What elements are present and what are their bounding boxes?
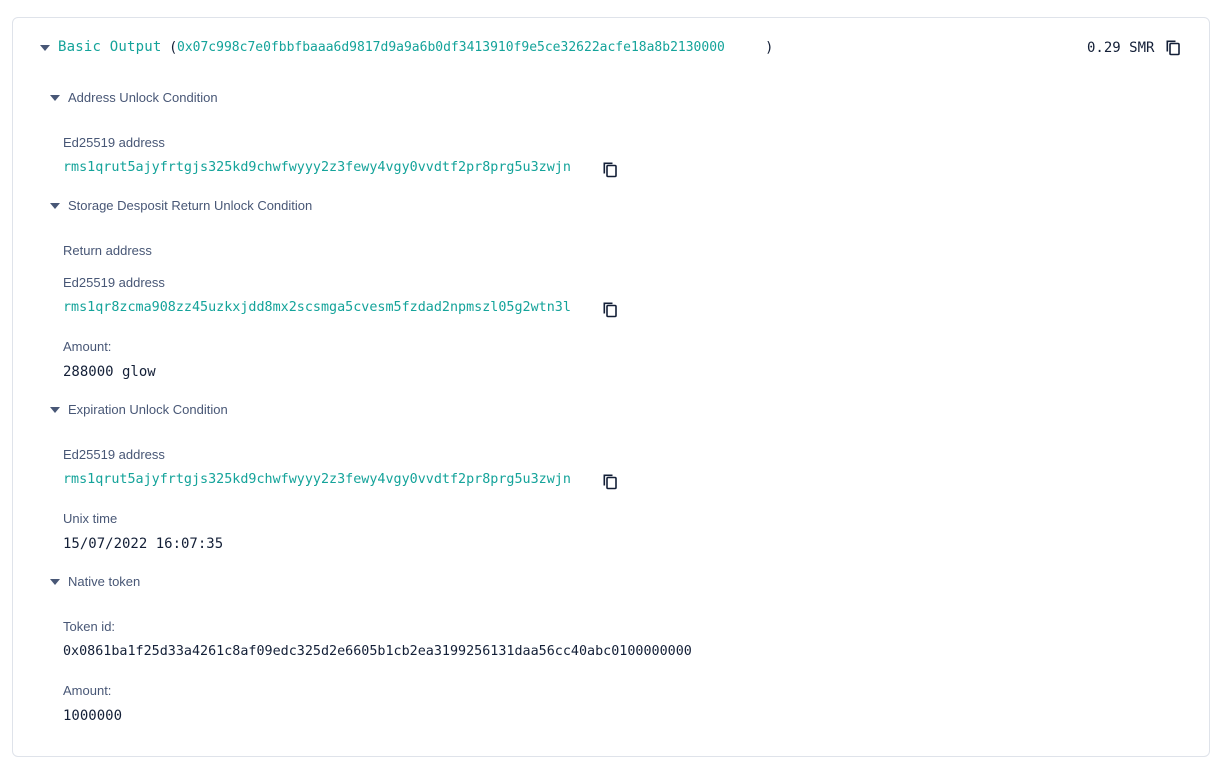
unix-time-label: Unix time [63,511,118,526]
amount-value: 288000 glow [63,364,156,380]
address-label: Ed25519 address [63,447,165,462]
caret-down-icon[interactable] [50,579,60,585]
address-link[interactable]: rms1qr8zcma908zz45uzkxjdd8mx2scsmga5cves… [63,300,571,315]
copy-icon[interactable] [602,472,618,490]
return-address-label: Return address [63,243,152,258]
amount-label: Amount: [63,683,112,698]
copy-icon[interactable] [602,300,618,318]
amount-label: Amount: [63,339,112,354]
native-token-title[interactable]: Native token [68,574,140,589]
close-paren: ) [765,40,774,56]
token-id-label: Token id: [63,619,116,634]
address-link[interactable]: rms1qrut5ajyfrtgjs325kd9chwfwyyy2z3fewy4… [63,472,571,487]
address-label: Ed25519 address [63,135,165,150]
caret-down-icon[interactable] [50,95,60,101]
expiration-unlock-title[interactable]: Expiration Unlock Condition [68,402,228,417]
address-label: Ed25519 address [63,275,165,290]
caret-down-icon[interactable] [40,45,50,51]
token-id-value: 0x0861ba1f25d33a4261c8af09edc325d2e6605b… [63,644,692,659]
caret-down-icon[interactable] [50,203,60,209]
output-title[interactable]: Basic Output [58,39,162,55]
unix-time-value: 15/07/2022 16:07:35 [63,536,224,552]
address-unlock-title[interactable]: Address Unlock Condition [68,90,218,105]
storage-deposit-return-title[interactable]: Storage Desposit Return Unlock Condition [68,198,312,213]
caret-down-icon[interactable] [50,407,60,413]
copy-icon[interactable] [602,160,618,178]
address-link[interactable]: rms1qrut5ajyfrtgjs325kd9chwfwyyy2z3fewy4… [63,160,571,175]
output-amount[interactable]: 0.29 SMR [1087,40,1154,56]
copy-icon[interactable] [1165,38,1181,56]
amount-value: 1000000 [63,708,123,724]
output-id-link[interactable]: 0x07c998c7e0fbbfbaaa6d9817d9a9a6b0df3413… [177,40,725,55]
